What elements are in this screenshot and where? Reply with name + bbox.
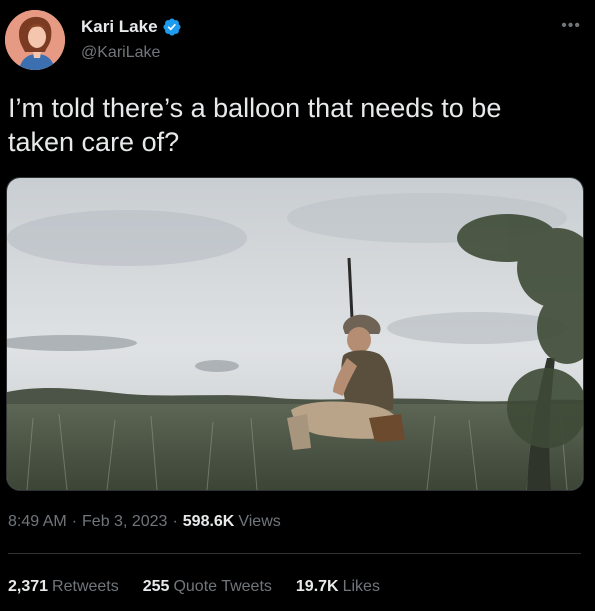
- views-count: 598.6K: [182, 513, 235, 530]
- likes-label: Likes: [342, 578, 380, 595]
- avatar-image: [5, 10, 65, 70]
- views-label: Views: [238, 513, 281, 530]
- author-display-name[interactable]: Kari Lake: [81, 17, 158, 37]
- more-options-icon[interactable]: •••: [561, 17, 581, 35]
- retweets-stat[interactable]: 2,371 Retweets: [8, 578, 119, 596]
- divider: [8, 553, 581, 554]
- likes-stat[interactable]: 19.7K Likes: [296, 578, 380, 596]
- meta-separator: ·: [71, 513, 78, 530]
- tweet-stats: 2,371 Retweets 255 Quote Tweets 19.7K Likes: [8, 578, 404, 596]
- retweets-label: Retweets: [52, 578, 119, 595]
- quote-tweets-stat[interactable]: 255 Quote Tweets: [143, 578, 272, 596]
- tweet-meta: 8:49 AM · Feb 3, 2023 · 598.6K Views: [8, 513, 281, 531]
- photo-hunter-in-field: [7, 178, 583, 490]
- meta-separator: ·: [172, 513, 178, 530]
- tweet-text-line-2: taken care of?: [8, 127, 180, 157]
- avatar[interactable]: [5, 10, 65, 70]
- quote-tweets-count: 255: [142, 578, 170, 595]
- quote-tweets-label: Quote Tweets: [173, 578, 272, 595]
- author-handle[interactable]: @KariLake: [81, 44, 160, 62]
- verified-badge-icon: [162, 17, 182, 37]
- retweets-count: 2,371: [8, 578, 49, 595]
- tweet-date[interactable]: Feb 3, 2023: [82, 513, 167, 531]
- tweet-text: I’m told there’s a balloon that needs to…: [8, 91, 578, 159]
- tweet-text-line-1: I’m told there’s a balloon that needs to…: [8, 93, 502, 123]
- tweet-time[interactable]: 8:49 AM: [8, 513, 67, 531]
- author-name-row[interactable]: Kari Lake: [81, 17, 182, 37]
- tweet-photo[interactable]: [6, 177, 584, 491]
- likes-count: 19.7K: [295, 578, 339, 595]
